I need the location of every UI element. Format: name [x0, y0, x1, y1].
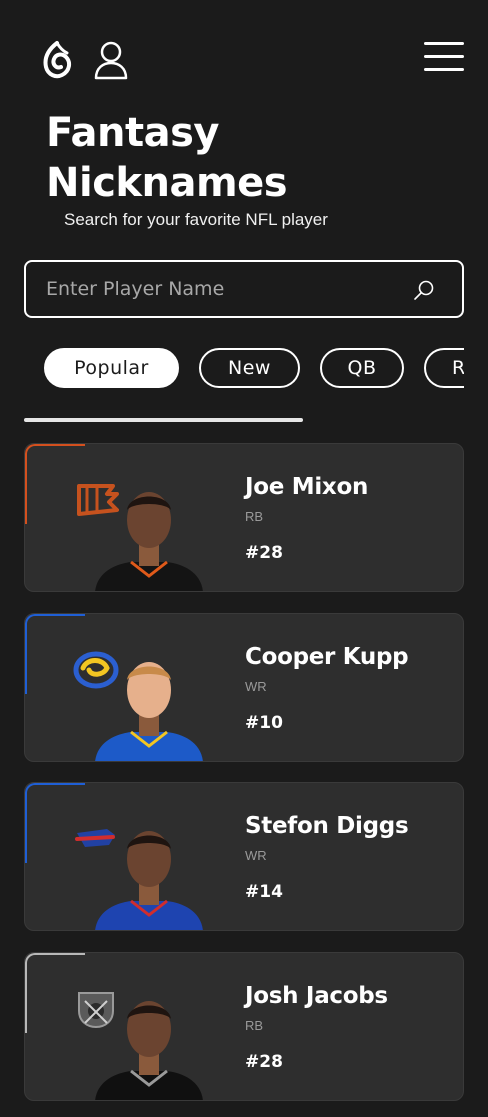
- filter-chip-new[interactable]: New: [199, 348, 300, 388]
- search-bar: [24, 260, 464, 318]
- player-position: RB: [245, 509, 264, 524]
- filter-chips: Popular New QB RB: [44, 348, 464, 390]
- player-position: WR: [245, 679, 267, 694]
- player-number: #10: [245, 713, 283, 733]
- player-photo: [95, 492, 203, 591]
- search-input[interactable]: [46, 272, 406, 306]
- player-name: Cooper Kupp: [245, 644, 409, 670]
- user-icon[interactable]: [94, 40, 128, 80]
- player-number: #28: [245, 543, 283, 563]
- brand-logo-icon[interactable]: [42, 40, 72, 80]
- filter-chip-rb[interactable]: RB: [424, 348, 464, 388]
- player-photo: [95, 831, 203, 930]
- page-subtitle: Search for your favorite NFL player: [64, 210, 328, 229]
- player-card[interactable]: Cooper Kupp WR #10: [24, 613, 464, 762]
- player-name: Joe Mixon: [245, 474, 369, 500]
- player-card[interactable]: Josh Jacobs RB #28: [24, 952, 464, 1101]
- player-number: #14: [245, 882, 283, 902]
- player-name: Stefon Diggs: [245, 813, 409, 839]
- filter-chip-qb[interactable]: QB: [320, 348, 404, 388]
- page-title: Fantasy Nicknames: [46, 110, 288, 206]
- player-position: WR: [245, 848, 267, 863]
- player-number: #28: [245, 1052, 283, 1072]
- hamburger-menu-icon[interactable]: [424, 42, 464, 74]
- player-position: RB: [245, 1018, 264, 1033]
- player-photo: [95, 1001, 203, 1100]
- player-photo: [95, 662, 203, 761]
- search-icon[interactable]: [412, 278, 436, 302]
- player-name: Josh Jacobs: [245, 983, 388, 1009]
- filter-scrollbar[interactable]: [24, 418, 303, 422]
- player-card[interactable]: Joe Mixon RB #28: [24, 443, 464, 592]
- header: [42, 38, 464, 82]
- filter-chip-popular[interactable]: Popular: [44, 348, 179, 388]
- player-card[interactable]: Stefon Diggs WR #14: [24, 782, 464, 931]
